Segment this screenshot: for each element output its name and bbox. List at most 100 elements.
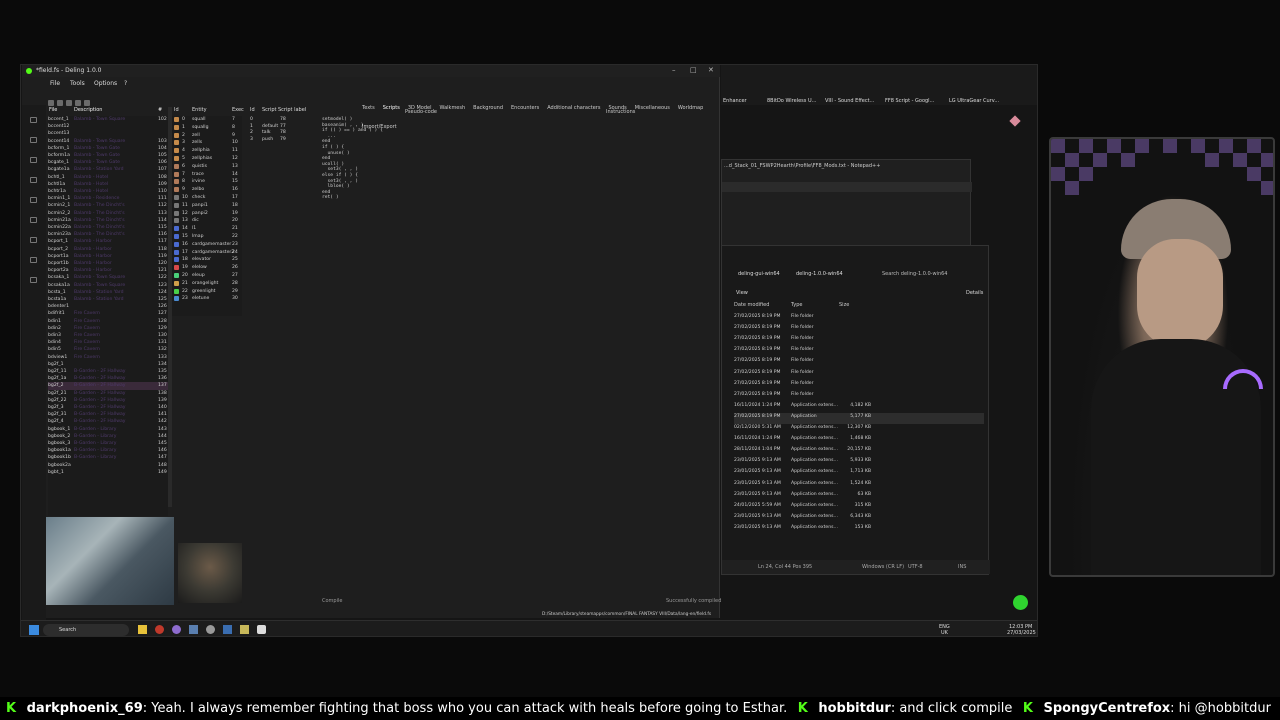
entity-row[interactable]: 23 eletune 30	[172, 295, 242, 303]
field-list-row[interactable]: bcsta_1 Balamb - Station Yard 124	[48, 289, 168, 296]
entity-row[interactable]: 8 irvine 15	[172, 178, 242, 186]
entity-row[interactable]: 18 elevator 25	[172, 256, 242, 264]
entity-row[interactable]: 3 zells 10	[172, 139, 242, 147]
field-list-row[interactable]: bg2f_31 B-Garden - 2F Hallway 141	[48, 411, 168, 418]
view-button[interactable]: View	[736, 290, 748, 297]
field-list-row[interactable]: bcmin2_2 Balamb - The Dincht's 113	[48, 210, 168, 217]
tab-walkmesh[interactable]: Walkmesh	[439, 105, 465, 111]
field-list-row[interactable]: bcsaka1a Balamb - Town Square 123	[48, 282, 168, 289]
bookmark-1[interactable]: Enhancer	[723, 98, 747, 105]
minimize-icon[interactable]: –	[672, 66, 676, 75]
field-list-row[interactable]: bg2f_3 B-Garden - 2F Hallway 140	[48, 404, 168, 411]
save-as-icon[interactable]	[66, 100, 72, 106]
file-row[interactable]: 27/02/2025 8:19 PM Application 5,177 KB	[734, 412, 984, 424]
file-row[interactable]: 27/02/2025 8:19 PM File folder	[734, 313, 984, 324]
bookmark-3[interactable]: VIII - Sound Effect...	[825, 98, 874, 105]
field-list-row[interactable]: bg2f_1 134	[48, 361, 168, 368]
field-list-row[interactable]: bcport1a Balamb - Harbor 119	[48, 253, 168, 260]
header-file[interactable]: File	[49, 107, 57, 114]
bookmark-2[interactable]: 8BitDo Wireless U...	[767, 98, 816, 105]
details-button[interactable]: Details	[966, 290, 983, 297]
field-list-row[interactable]: bcgate1a Balamb - Station Yard 107	[48, 166, 168, 173]
address-bar[interactable]: deling-gui-win64 deling-1.0.0-win64 Sear…	[722, 268, 990, 282]
field-list-row[interactable]: bg2f_2 B-Garden - 2F Hallway 137	[48, 382, 168, 390]
menu-help[interactable]: ?	[124, 80, 127, 88]
entity-row[interactable]: 11 panpi1 18	[172, 202, 242, 210]
field-list-row[interactable]: bcport1b Balamb - Harbor 120	[48, 260, 168, 267]
trophy-icon[interactable]	[30, 197, 37, 203]
file-row[interactable]: 24/01/2025 5:59 AM Application extens... 3…	[734, 502, 984, 513]
search-input[interactable]: Search deling-1.0.0-win64	[882, 271, 947, 278]
breadcrumb-2[interactable]: deling-1.0.0-win64	[796, 271, 843, 278]
field-list-row[interactable]: bcport_1 Balamb - Harbor 117	[48, 238, 168, 245]
field-list-row[interactable]: bcsta1a Balamb - Station Yard 125	[48, 296, 168, 303]
app-icon-4[interactable]	[189, 625, 198, 634]
field-list-row[interactable]: bcform_1 Balamb - Town Gate 104	[48, 145, 168, 152]
field-list-row[interactable]: bcform1a Balamb - Town Gate 105	[48, 152, 168, 159]
entity-row[interactable]: 13 dic 20	[172, 217, 242, 225]
file-row[interactable]: 16/11/2024 1:24 PM Application extens... 4…	[734, 402, 984, 413]
field-list-row[interactable]: bg2f_4 B-Garden - 2F Hallway 142	[48, 418, 168, 425]
breadcrumb-1[interactable]: deling-gui-win64	[738, 271, 780, 278]
script-row[interactable]: 3 push 79	[248, 136, 318, 144]
menu-tools[interactable]: Tools	[70, 80, 85, 88]
notepad-plus-icon[interactable]	[240, 625, 249, 634]
file-row[interactable]: 27/02/2025 8:19 PM File folder	[734, 369, 984, 380]
entity-row[interactable]: 14 l1 21	[172, 225, 242, 233]
field-list-row[interactable]: bccent13	[48, 130, 168, 137]
field-list-row[interactable]: bgbook2a 148	[48, 462, 168, 469]
steam-icon[interactable]	[223, 625, 232, 634]
entity-row[interactable]: 1 squallg 8	[172, 124, 242, 132]
clock-date[interactable]: 27/03/2025	[1007, 630, 1036, 636]
file-row[interactable]: 23/01/2025 9:13 AM Application extens... 6…	[734, 491, 984, 502]
field-list-row[interactable]: bcport2a Balamb - Harbor 121	[48, 267, 168, 274]
windows-start-icon[interactable]	[29, 625, 39, 635]
entity-row[interactable]: 7 trace 14	[172, 171, 242, 179]
field-list-row[interactable]: bgbook1b B-Garden - Library 147	[48, 454, 168, 461]
file-row[interactable]: 28/11/2024 1:04 PM Application extens... 2…	[734, 446, 984, 457]
field-list-row[interactable]: bdin3 Fire Cavern 130	[48, 332, 168, 339]
file-row[interactable]: 23/01/2025 9:13 AM Application extens... 1…	[734, 468, 984, 479]
header-entity-name[interactable]: Entity	[192, 107, 207, 114]
file-row[interactable]: 23/01/2025 9:13 AM Application extens... 1…	[734, 480, 984, 491]
entity-row[interactable]: 20 eleup 27	[172, 272, 242, 280]
header-description[interactable]: Description	[74, 107, 102, 114]
taskbar-search-input[interactable]: Search	[59, 627, 76, 634]
field-list-row[interactable]: bchtl_1 Balamb - Hotel 108	[48, 174, 168, 181]
file-row[interactable]: 27/02/2025 8:19 PM File folder	[734, 357, 984, 368]
field-list-row[interactable]: bcmin21a Balamb - The Dincht's 114	[48, 217, 168, 224]
header-type[interactable]: Type	[791, 302, 802, 309]
file-row[interactable]: 27/02/2025 8:19 PM File folder	[734, 380, 984, 391]
file-row[interactable]: 16/11/2024 1:24 PM Application extens... 1…	[734, 435, 984, 446]
tab-miscellaneous[interactable]: Miscellaneous	[635, 105, 670, 111]
tab-encounters[interactable]: Encounters	[511, 105, 539, 111]
field-list-row[interactable]: bg2f_21 B-Garden - 2F Hallway 138	[48, 390, 168, 397]
extension-icon[interactable]	[1009, 115, 1021, 127]
entity-row[interactable]: 2 zell 9	[172, 132, 242, 140]
field-list-row[interactable]: bcmin22a Balamb - The Dincht's 115	[48, 224, 168, 231]
entity-row[interactable]: 22 greenlight 29	[172, 288, 242, 296]
header-entity-id[interactable]: Id	[174, 107, 179, 114]
file-row[interactable]: 23/01/2025 9:13 AM Application extens... 6…	[734, 513, 984, 524]
opera-icon[interactable]	[155, 625, 164, 634]
field-list-row[interactable]: bdin2 Fire Cavern 129	[48, 325, 168, 332]
header-script[interactable]: Script	[262, 107, 277, 114]
menu-options[interactable]: Options	[94, 80, 117, 88]
field-list-row[interactable]: bdview1 Fire Cavern 133	[48, 354, 168, 361]
language-secondary[interactable]: UK	[941, 630, 948, 636]
instructions-tab[interactable]: Instructions	[606, 109, 635, 116]
file-row[interactable]: 23/01/2025 9:13 AM Application extens... 1…	[734, 524, 984, 535]
taskbar-search[interactable]: Search	[43, 624, 129, 636]
field-list-row[interactable]: bgbook_1 B-Garden - Library 143	[48, 426, 168, 433]
field-list-row[interactable]: bccent14 Balamb - Town Square 103	[48, 138, 168, 145]
gear-icon[interactable]	[30, 277, 37, 283]
tab-scripts[interactable]: Scripts	[383, 105, 400, 111]
wrench-icon[interactable]	[30, 237, 37, 243]
entity-row[interactable]: 10 check 17	[172, 194, 242, 202]
field-list-row[interactable]: bcport_2 Balamb - Harbor 118	[48, 246, 168, 253]
menu-icon[interactable]	[30, 117, 37, 123]
obs-icon[interactable]	[206, 625, 215, 634]
field-list-row[interactable]: bcgate_1 Balamb - Town Gate 106	[48, 159, 168, 166]
save-icon[interactable]	[57, 100, 63, 106]
bookmark-5[interactable]: LG UltraGear Curv...	[949, 98, 999, 105]
